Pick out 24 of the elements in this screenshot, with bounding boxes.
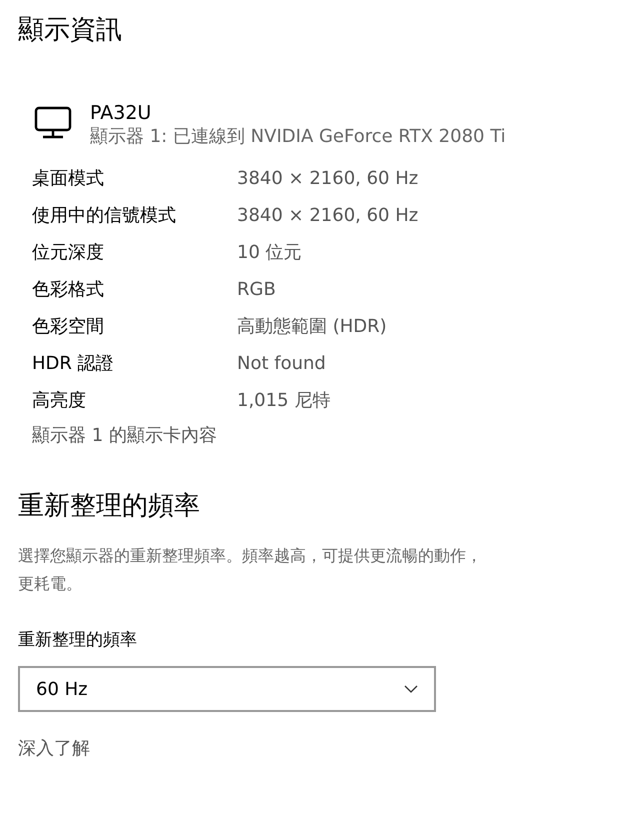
property-value: 1,015 尼特 [237,389,330,413]
property-label: 高亮度 [32,389,86,413]
property-value: 高動態範圍 (HDR) [237,315,387,339]
property-value: RGB [237,278,276,302]
property-label: HDR 認證 [32,352,114,376]
property-value: 3840 × 2160, 60 Hz [237,167,418,191]
field-label: 重新整理的頻率 [18,629,138,652]
property-value: 3840 × 2160, 60 Hz [237,204,418,228]
chevron-down-icon [404,685,418,693]
monitor-name: PA32U [90,102,152,124]
adapter-properties-link[interactable]: 顯示器 1 的顯示卡內容 [32,423,217,448]
property-label: 桌面模式 [32,167,104,191]
property-label: 色彩空間 [32,315,104,339]
section-title: 重新整理的頻率 [18,490,201,523]
connection-text: 顯示器 1: 已連線到 NVIDIA GeForce RTX 2080 Ti [90,125,506,149]
property-value: Not found [237,352,326,376]
description-text: 選擇您顯示器的重新整理頻率。頻率越高，可提供更流暢的動作，更耗電。 [18,545,483,595]
refresh-rate-dropdown[interactable]: 60 Hz [18,666,436,712]
property-label: 使用中的信號模式 [32,204,176,228]
page-title: 顯示資訊 [18,14,123,47]
property-label: 色彩格式 [32,278,104,302]
property-label: 位元深度 [32,241,104,265]
property-value: 10 位元 [237,241,302,265]
learn-more-link[interactable]: 深入了解 [18,736,90,761]
